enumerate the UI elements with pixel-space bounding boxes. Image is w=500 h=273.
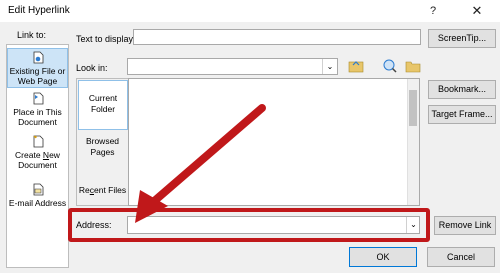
annotation-arrow [135, 104, 266, 223]
